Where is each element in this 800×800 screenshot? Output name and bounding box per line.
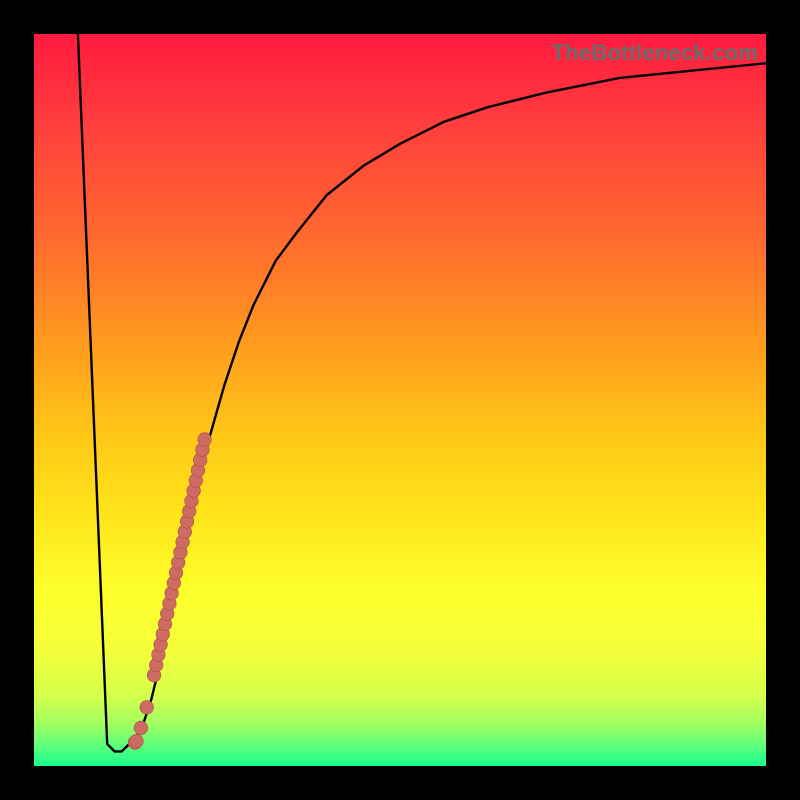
data-point — [198, 433, 212, 447]
data-point — [134, 721, 148, 735]
chart-frame: TheBottleneck.com — [0, 0, 800, 800]
plot-area: TheBottleneck.com — [34, 34, 766, 766]
data-point — [130, 734, 144, 748]
data-point — [140, 701, 154, 715]
highlighted-points — [128, 433, 211, 750]
bottleneck-curve — [78, 34, 766, 751]
chart-svg — [34, 34, 766, 766]
